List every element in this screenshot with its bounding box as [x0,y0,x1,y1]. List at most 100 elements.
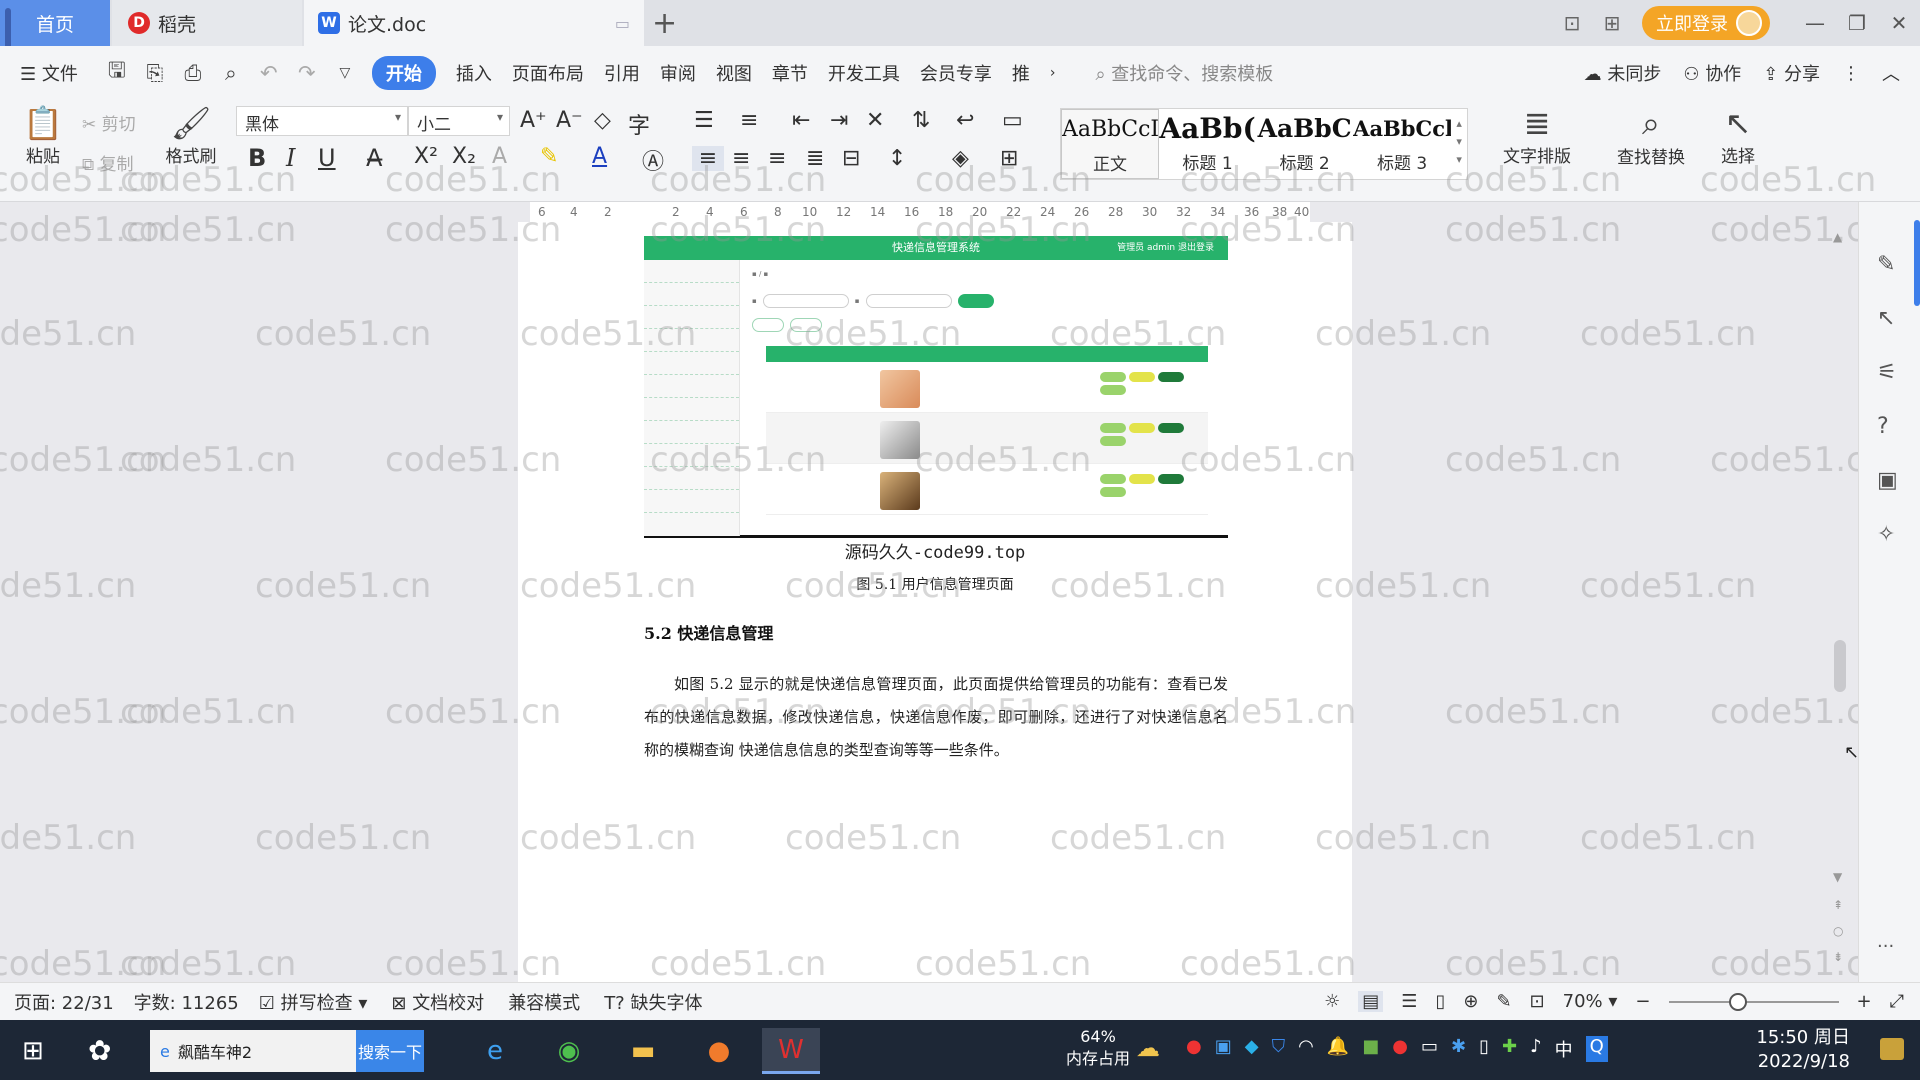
tray-storage-icon[interactable]: ▣ [1215,1036,1232,1062]
print-preview-icon[interactable]: ⌕ [212,61,250,86]
show-marks-icon[interactable]: ↩ [956,108,974,133]
tab-home[interactable]: 首页 [0,0,110,94]
pen-icon[interactable]: ✎ [1877,252,1895,277]
style-heading-2[interactable]: AaBbC 标题 2 [1256,109,1353,179]
tray-app-icon[interactable]: ● [1186,1036,1202,1062]
prev-page-icon[interactable]: ⇞ [1833,898,1843,912]
close-icon[interactable]: ✕ [1878,11,1920,35]
menu-tab-developer[interactable]: 开发工具 [828,60,900,86]
font-size-select[interactable]: 小二 ▾ [408,106,510,136]
phonetic-guide-icon[interactable]: 字 [628,108,650,140]
highlight-icon[interactable]: ✎ [540,144,558,169]
missing-font[interactable]: T? 缺失字体 [604,989,702,1015]
layout-icon[interactable]: ⊡ [1552,11,1592,35]
weather-icon[interactable]: ☁ [1136,1034,1160,1062]
copy-button[interactable]: ⧉ 复制 [82,150,134,175]
more-icon[interactable]: ··· [1877,936,1894,957]
page-indicator[interactable]: 页面: 22/31 [14,989,114,1015]
compass-icon[interactable]: ✧ [1877,522,1895,547]
clock[interactable]: 15:50 周日 2022/9/18 [1756,1026,1850,1074]
taskbar-search-input[interactable]: e 飙酷车神2 [150,1030,356,1072]
panel-grip[interactable] [1914,220,1920,306]
reading-view-icon[interactable]: ▯ [1435,991,1445,1012]
windows-start-icon[interactable]: ⊞ [22,1036,44,1066]
page-view-icon[interactable]: ▤ [1358,991,1384,1012]
tab-stops-icon[interactable]: ▭ [1002,108,1023,133]
zoom-out-icon[interactable]: − [1635,991,1650,1012]
style-heading-3[interactable]: AaBbCcl 标题 3 [1353,109,1451,179]
italic-icon[interactable]: I [286,144,295,172]
find-replace-button[interactable]: ⌕ 查找替换 [1608,104,1694,168]
menu-tab-insert[interactable]: 插入 [456,60,492,86]
align-center-icon[interactable]: ≡ [732,146,750,171]
tray-avatar-icon[interactable]: ● [1392,1036,1408,1062]
game-app-icon[interactable]: ● [690,1028,748,1074]
vertical-scrollbar[interactable]: ▲ ▼ ⇞ ○ ⇟ [1830,230,1850,970]
bluetooth-icon[interactable]: ✱ [1451,1036,1466,1062]
increase-indent-icon[interactable]: ⇥ [830,108,848,133]
web-view-icon[interactable]: ⊕ [1463,991,1478,1012]
battery-icon[interactable]: ▭ [1421,1036,1438,1062]
document-area[interactable]: 快递信息管理系统 管理员 admin 退出登录 ▪ / ▪ ▪ ▪ 源码久久-c… [0,160,1886,984]
distribute-icon[interactable]: ⊟ [842,146,860,171]
embedded-screenshot[interactable]: 快递信息管理系统 管理员 admin 退出登录 ▪ / ▪ ▪ ▪ [644,236,1228,538]
undo-icon[interactable]: ↶ [250,61,288,85]
export-pdf-icon[interactable]: ⎘ [136,61,174,86]
save-icon[interactable]: 🖫 [98,56,136,91]
menu-tab-layout[interactable]: 页面布局 [512,60,584,86]
minimize-icon[interactable]: — [1794,11,1836,35]
format-painter-button[interactable]: 🖌 格式刷 [160,104,222,167]
text-effect-icon[interactable]: A [492,144,507,169]
outline-view-icon[interactable]: ☰ [1401,991,1417,1012]
menu-tab-review[interactable]: 审阅 [660,60,696,86]
clear-format-icon[interactable]: ◇ [594,108,611,133]
subscript-icon[interactable]: X₂ [452,144,476,169]
redo-icon[interactable]: ↷ [288,61,326,85]
styles-scroll[interactable]: ▴ ▾ ▾ [1451,109,1467,179]
font-color-icon[interactable]: A [592,144,607,169]
document-page[interactable]: 快递信息管理系统 管理员 admin 退出登录 ▪ / ▪ ▪ ▪ 源码久久-c… [518,222,1352,982]
decrease-indent-icon[interactable]: ⇤ [792,108,810,133]
select-browse-object-icon[interactable]: ○ [1833,924,1843,938]
scroll-up-icon[interactable]: ▲ [1833,230,1842,244]
zoom-in-icon[interactable]: + [1857,991,1872,1012]
menu-tab-start[interactable]: 开始 [371,56,436,90]
adjust-icon[interactable]: ⚟ [1877,360,1897,385]
login-button[interactable]: 立即登录 [1642,6,1770,40]
image-icon[interactable]: ▣ [1877,468,1898,493]
align-right-icon[interactable]: ≡ [768,146,786,171]
char-border-icon[interactable]: Ⓐ [642,144,664,176]
menu-tab-recommend[interactable]: 推 [1012,60,1030,86]
volume-icon[interactable]: ♪ [1530,1036,1542,1062]
command-search[interactable]: ⌕ 查找命令、搜索模板 [1095,60,1273,86]
paste-button[interactable]: 📋 粘贴 [16,104,70,167]
select-button[interactable]: ↖ 选择 [1708,104,1768,167]
menu-more-icon[interactable]: › [1050,65,1056,81]
menu-tab-references[interactable]: 引用 [604,60,640,86]
collapse-ribbon-icon[interactable]: ︿ [1882,60,1900,86]
input-method[interactable]: 中 [1555,1036,1573,1062]
select-cursor-icon[interactable]: ↖ [1877,306,1895,331]
collaborate-button[interactable]: ⚇ 协作 [1683,60,1741,86]
share-button[interactable]: ⇪ 分享 [1763,60,1820,86]
more-options-icon[interactable]: ⋮ [1842,63,1860,84]
sort-icon[interactable]: ⇅ [912,108,930,133]
browser-360-icon[interactable]: ◉ [540,1028,598,1074]
doc-proofread[interactable]: ⊠ 文档校对 [391,989,484,1015]
spell-check[interactable]: ☑ 拼写检查 ▾ [259,989,368,1015]
notification-bell-icon[interactable]: 🔔 [1327,1036,1349,1062]
grow-font-icon[interactable]: A⁺ [520,108,547,133]
qq-icon[interactable]: Q [1585,1036,1608,1062]
nvidia-icon[interactable]: ■ [1362,1036,1379,1062]
memory-usage[interactable]: 64% 内存占用 [1066,1026,1130,1070]
compat-mode[interactable]: 兼容模式 [508,989,580,1015]
taskbar-search-button[interactable]: 搜索一下 [356,1030,424,1072]
text-layout-button[interactable]: ≣ 文字排版 [1494,104,1580,167]
fit-page-icon[interactable]: ⊡ [1530,991,1545,1012]
scroll-down-icon[interactable]: ▼ [1833,870,1842,884]
shrink-font-icon[interactable]: A⁻ [556,108,583,133]
strikethrough-icon[interactable]: A̶ [366,144,382,172]
zoom-level[interactable]: 70% ▾ [1563,991,1618,1012]
usb-icon[interactable]: ▯ [1479,1036,1489,1062]
scrollbar-thumb[interactable] [1834,640,1846,692]
